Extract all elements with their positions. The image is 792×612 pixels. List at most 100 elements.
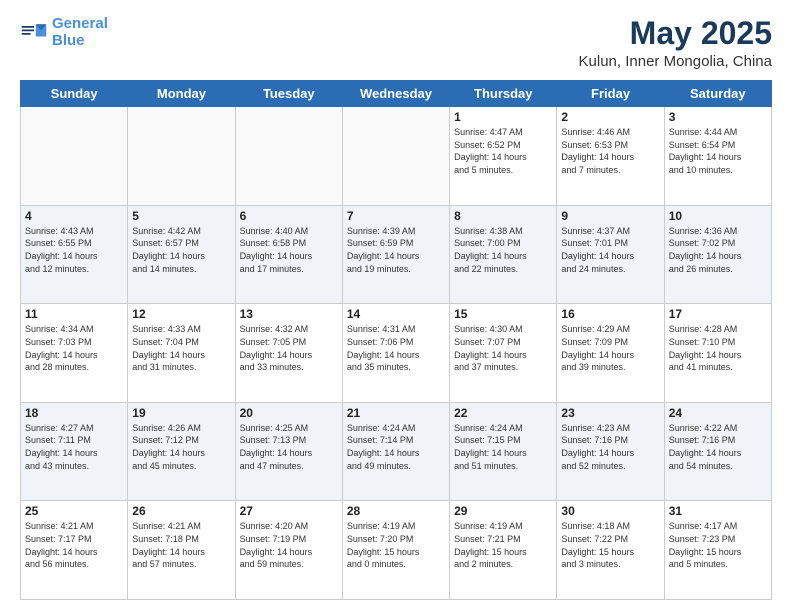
day-info: Sunrise: 4:19 AM Sunset: 7:20 PM Dayligh…	[347, 520, 445, 570]
title-block: May 2025 Kulun, Inner Mongolia, China	[579, 16, 772, 70]
day-number: 10	[669, 209, 767, 223]
calendar-header-row: SundayMondayTuesdayWednesdayThursdayFrid…	[21, 81, 772, 107]
calendar-cell: 14Sunrise: 4:31 AM Sunset: 7:06 PM Dayli…	[342, 304, 449, 403]
day-info: Sunrise: 4:33 AM Sunset: 7:04 PM Dayligh…	[132, 323, 230, 373]
day-info: Sunrise: 4:38 AM Sunset: 7:00 PM Dayligh…	[454, 225, 552, 275]
calendar-cell: 21 Sunrise: 4:24 AM Sunset: 7:14 PM Dayli…	[342, 402, 449, 501]
calendar-cell: 25Sunrise: 4:21 AM Sunset: 7:17 PM Dayli…	[21, 501, 128, 600]
day-info: Sunrise: 4:34 AM Sunset: 7:03 PM Dayligh…	[25, 323, 123, 373]
day-header-thursday: Thursday	[450, 81, 557, 107]
day-number: 3	[669, 110, 767, 124]
day-header-friday: Friday	[557, 81, 664, 107]
day-info: Sunrise: 4:27 AM Sunset: 7:11 PM Dayligh…	[25, 422, 123, 472]
day-number: 2	[561, 110, 659, 124]
calendar-cell: 18 Sunrise: 4:27 AM Sunset: 7:11 PM Dayli…	[21, 402, 128, 501]
page: General Blue May 2025 Kulun, Inner Mongo…	[0, 0, 792, 612]
day-number: 15	[454, 307, 552, 321]
day-number: 4	[25, 209, 123, 223]
day-info: Sunrise: 4:25 AM Sunset: 7:13 PM Dayligh…	[240, 422, 338, 472]
day-number: 28	[347, 504, 445, 518]
header: General Blue May 2025 Kulun, Inner Mongo…	[20, 16, 772, 70]
day-info: Sunrise: 4:20 AM Sunset: 7:19 PM Dayligh…	[240, 520, 338, 570]
day-number: 30	[561, 504, 659, 518]
calendar-week-1: 1Sunrise: 4:47 AM Sunset: 6:52 PM Daylig…	[21, 107, 772, 206]
day-number: 31	[669, 504, 767, 518]
day-number: 14	[347, 307, 445, 321]
day-header-sunday: Sunday	[21, 81, 128, 107]
day-info: Sunrise: 4:32 AM Sunset: 7:05 PM Dayligh…	[240, 323, 338, 373]
day-number: 9	[561, 209, 659, 223]
day-header-monday: Monday	[128, 81, 235, 107]
calendar-cell: 7 Sunrise: 4:39 AM Sunset: 6:59 PM Daylig…	[342, 205, 449, 304]
logo-icon	[20, 19, 48, 47]
day-info: Sunrise: 4:46 AM Sunset: 6:53 PM Dayligh…	[561, 126, 659, 176]
day-number: 5	[132, 209, 230, 223]
day-info: Sunrise: 4:26 AM Sunset: 7:12 PM Dayligh…	[132, 422, 230, 472]
day-number: 20	[240, 406, 338, 420]
calendar-cell: 24 Sunrise: 4:22 AM Sunset: 7:16 PM Dayli…	[664, 402, 771, 501]
calendar-cell: 3 Sunrise: 4:44 AM Sunset: 6:54 PM Daylig…	[664, 107, 771, 206]
calendar-week-3: 11 Sunrise: 4:34 AM Sunset: 7:03 PM Dayli…	[21, 304, 772, 403]
day-info: Sunrise: 4:24 AM Sunset: 7:15 PM Dayligh…	[454, 422, 552, 472]
calendar-cell: 26 Sunrise: 4:21 AM Sunset: 7:18 PM Dayli…	[128, 501, 235, 600]
day-info: Sunrise: 4:30 AM Sunset: 7:07 PM Dayligh…	[454, 323, 552, 373]
day-number: 17	[669, 307, 767, 321]
calendar-cell: 31 Sunrise: 4:17 AM Sunset: 7:23 PM Dayli…	[664, 501, 771, 600]
day-number: 26	[132, 504, 230, 518]
day-header-saturday: Saturday	[664, 81, 771, 107]
day-info: Sunrise: 4:22 AM Sunset: 7:16 PM Dayligh…	[669, 422, 767, 472]
calendar-cell: 29 Sunrise: 4:19 AM Sunset: 7:21 PM Dayli…	[450, 501, 557, 600]
day-info: Sunrise: 4:39 AM Sunset: 6:59 PM Dayligh…	[347, 225, 445, 275]
subtitle: Kulun, Inner Mongolia, China	[579, 53, 772, 70]
calendar-cell	[21, 107, 128, 206]
calendar-cell: 27 Sunrise: 4:20 AM Sunset: 7:19 PM Dayli…	[235, 501, 342, 600]
day-info: Sunrise: 4:21 AM Sunset: 7:18 PM Dayligh…	[132, 520, 230, 570]
calendar-body: 1Sunrise: 4:47 AM Sunset: 6:52 PM Daylig…	[21, 107, 772, 600]
calendar-cell: 15 Sunrise: 4:30 AM Sunset: 7:07 PM Dayli…	[450, 304, 557, 403]
calendar-cell: 23Sunrise: 4:23 AM Sunset: 7:16 PM Dayli…	[557, 402, 664, 501]
day-number: 8	[454, 209, 552, 223]
day-info: Sunrise: 4:44 AM Sunset: 6:54 PM Dayligh…	[669, 126, 767, 176]
calendar-cell: 5Sunrise: 4:42 AM Sunset: 6:57 PM Daylig…	[128, 205, 235, 304]
day-info: Sunrise: 4:29 AM Sunset: 7:09 PM Dayligh…	[561, 323, 659, 373]
day-info: Sunrise: 4:24 AM Sunset: 7:14 PM Dayligh…	[347, 422, 445, 472]
calendar-cell: 28 Sunrise: 4:19 AM Sunset: 7:20 PM Dayli…	[342, 501, 449, 600]
calendar-cell: 10 Sunrise: 4:36 AM Sunset: 7:02 PM Dayli…	[664, 205, 771, 304]
day-number: 18	[25, 406, 123, 420]
day-number: 16	[561, 307, 659, 321]
main-title: May 2025	[579, 16, 772, 51]
calendar-cell: 4Sunrise: 4:43 AM Sunset: 6:55 PM Daylig…	[21, 205, 128, 304]
day-number: 11	[25, 307, 123, 321]
day-info: Sunrise: 4:28 AM Sunset: 7:10 PM Dayligh…	[669, 323, 767, 373]
calendar-table: SundayMondayTuesdayWednesdayThursdayFrid…	[20, 80, 772, 600]
calendar-cell: 16 Sunrise: 4:29 AM Sunset: 7:09 PM Dayli…	[557, 304, 664, 403]
day-info: Sunrise: 4:47 AM Sunset: 6:52 PM Dayligh…	[454, 126, 552, 176]
day-number: 21	[347, 406, 445, 420]
day-number: 22	[454, 406, 552, 420]
calendar-cell: 30 Sunrise: 4:18 AM Sunset: 7:22 PM Dayli…	[557, 501, 664, 600]
calendar-week-5: 25Sunrise: 4:21 AM Sunset: 7:17 PM Dayli…	[21, 501, 772, 600]
day-info: Sunrise: 4:19 AM Sunset: 7:21 PM Dayligh…	[454, 520, 552, 570]
day-info: Sunrise: 4:40 AM Sunset: 6:58 PM Dayligh…	[240, 225, 338, 275]
day-info: Sunrise: 4:36 AM Sunset: 7:02 PM Dayligh…	[669, 225, 767, 275]
day-number: 19	[132, 406, 230, 420]
day-number: 6	[240, 209, 338, 223]
day-number: 12	[132, 307, 230, 321]
logo-text: General Blue	[52, 16, 108, 49]
calendar-cell: 12 Sunrise: 4:33 AM Sunset: 7:04 PM Dayli…	[128, 304, 235, 403]
day-number: 23	[561, 406, 659, 420]
day-number: 25	[25, 504, 123, 518]
day-number: 27	[240, 504, 338, 518]
day-number: 29	[454, 504, 552, 518]
day-info: Sunrise: 4:17 AM Sunset: 7:23 PM Dayligh…	[669, 520, 767, 570]
calendar-cell	[342, 107, 449, 206]
day-number: 13	[240, 307, 338, 321]
day-info: Sunrise: 4:18 AM Sunset: 7:22 PM Dayligh…	[561, 520, 659, 570]
calendar-cell: 22 Sunrise: 4:24 AM Sunset: 7:15 PM Dayli…	[450, 402, 557, 501]
day-number: 24	[669, 406, 767, 420]
calendar-cell: 2 Sunrise: 4:46 AM Sunset: 6:53 PM Daylig…	[557, 107, 664, 206]
day-number: 7	[347, 209, 445, 223]
calendar-cell: 8 Sunrise: 4:38 AM Sunset: 7:00 PM Daylig…	[450, 205, 557, 304]
logo-line1: General	[52, 15, 108, 32]
calendar-cell: 13 Sunrise: 4:32 AM Sunset: 7:05 PM Dayli…	[235, 304, 342, 403]
